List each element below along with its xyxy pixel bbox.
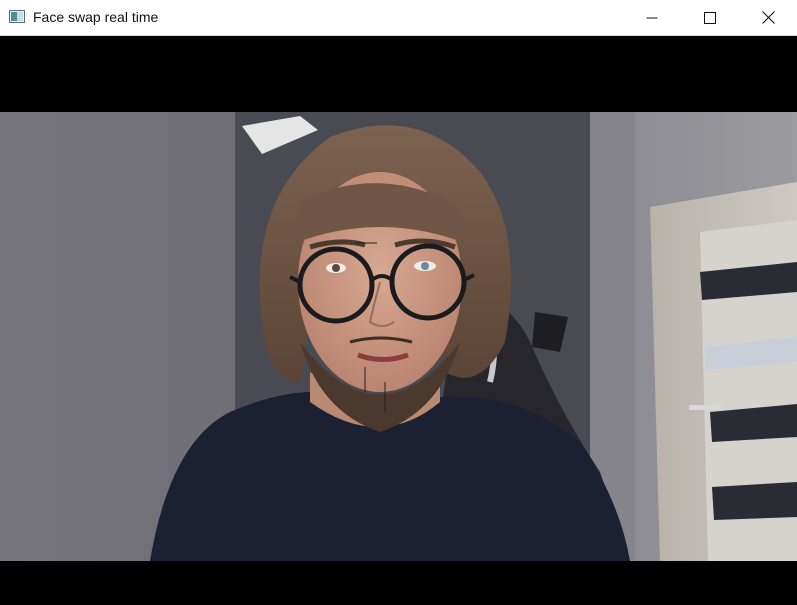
- app-window-icon: [9, 10, 25, 23]
- minimize-button[interactable]: [623, 0, 681, 35]
- icon-right-pane: [17, 12, 23, 21]
- door-glass-4: [712, 482, 797, 520]
- right-iris: [421, 262, 429, 270]
- left-iris: [332, 264, 340, 272]
- title-bar[interactable]: Face swap real time: [0, 0, 797, 36]
- app-window: Face swap real time: [0, 0, 797, 605]
- window-title: Face swap real time: [33, 9, 159, 25]
- door-handle: [689, 405, 721, 410]
- close-icon: [761, 11, 775, 24]
- video-display-area: [0, 37, 797, 605]
- close-button[interactable]: [739, 0, 797, 35]
- minimize-icon: [646, 17, 658, 18]
- webcam-frame: [0, 112, 797, 561]
- webcam-scene: [0, 112, 797, 561]
- maximize-button[interactable]: [681, 0, 739, 35]
- maximize-icon: [704, 11, 716, 24]
